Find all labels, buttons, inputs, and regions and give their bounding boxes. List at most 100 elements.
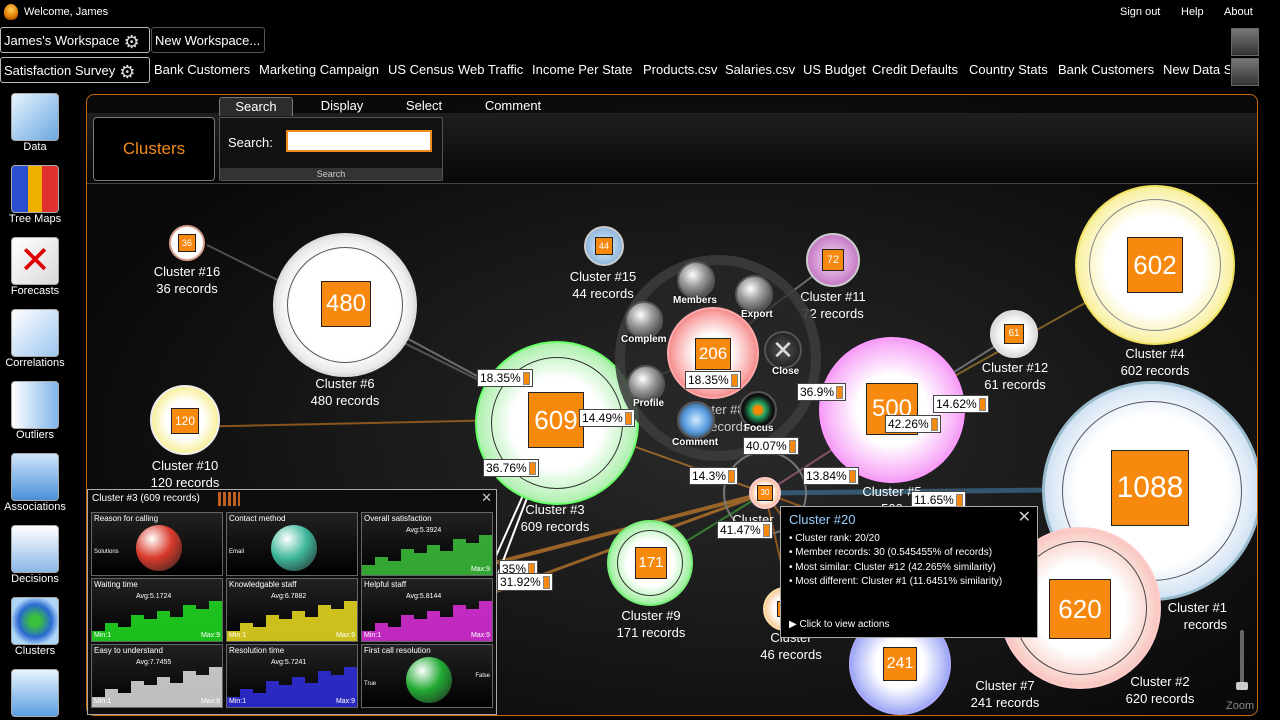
tab-country-stats[interactable]: Country Stats bbox=[966, 57, 1051, 83]
attribute-chart[interactable]: Easy to understand Avg:7.7455 Min:1 Max:9 bbox=[91, 644, 223, 708]
close-icon[interactable]: ✕ bbox=[481, 490, 492, 506]
tooltip-line: • Member records: 30 (0.545455% of recor… bbox=[789, 547, 993, 558]
attribute-min: Min:1 bbox=[364, 632, 382, 639]
attribute-chart[interactable]: Waiting time Avg:5.1724 Min:1 Max:9 bbox=[91, 578, 223, 642]
attribute-title: Reason for calling bbox=[94, 514, 159, 523]
sidebar-item-outliers[interactable]: Outliers bbox=[0, 381, 70, 441]
tab-new-workspace[interactable]: New Workspace... bbox=[151, 27, 265, 53]
tab-marketing-campaign[interactable]: Marketing Campaign bbox=[256, 57, 382, 83]
comment-button[interactable] bbox=[677, 401, 715, 439]
zoom-track bbox=[1240, 630, 1244, 690]
members-label: Members bbox=[673, 295, 717, 306]
gear-icon[interactable]: ⚙ bbox=[123, 29, 141, 52]
sidebar-item-tree-maps[interactable]: Tree Maps bbox=[0, 165, 70, 225]
tab-bank-customers[interactable]: Bank Customers bbox=[151, 57, 254, 83]
attribute-chart[interactable]: Overall satisfaction Avg:5.3924 Max:9 bbox=[361, 512, 493, 576]
sidebar-item-clusters[interactable]: Clusters bbox=[0, 597, 70, 657]
sidebar-item-data[interactable]: Data bbox=[0, 93, 70, 153]
members-button[interactable] bbox=[677, 261, 715, 299]
sidebar-item-label: Forecasts bbox=[10, 285, 60, 297]
similarity-badge: 13.84% bbox=[803, 467, 859, 485]
close-icon[interactable]: ✕ bbox=[1018, 510, 1031, 526]
attribute-title: Knowledgable staff bbox=[229, 580, 297, 589]
tab-satisfaction-survey[interactable]: Satisfaction Survey ⚙ bbox=[0, 57, 150, 83]
attribute-chart[interactable]: Knowledgable staff Avg:6.7882 Min:1 Max:9 bbox=[226, 578, 358, 642]
close-icon: ✕ bbox=[772, 335, 794, 365]
sidebar-item-correlations[interactable]: Correlations bbox=[0, 309, 70, 369]
grid-icon[interactable] bbox=[218, 492, 240, 506]
sidebar-item-decisions[interactable]: Decisions bbox=[0, 525, 70, 585]
view-actions-link[interactable]: ▶ Click to view actions bbox=[789, 618, 890, 633]
gear-icon[interactable]: ⚙ bbox=[118, 59, 136, 82]
badge-bar bbox=[762, 524, 770, 538]
badge-bar bbox=[728, 470, 736, 484]
cluster-2-label: Cluster #2 620 records bbox=[1095, 673, 1225, 707]
attribute-avg: Avg:5.8144 bbox=[406, 593, 442, 600]
zoom-handle[interactable] bbox=[1236, 682, 1248, 690]
similarity-badge: 18.35% bbox=[477, 369, 533, 387]
cluster-10-label: Cluster #10 120 records bbox=[135, 457, 235, 491]
similarity-badge: 36.9% bbox=[797, 383, 847, 401]
tab-salaries-csv[interactable]: Salaries.csv bbox=[722, 57, 799, 83]
close-button[interactable]: ✕ bbox=[764, 331, 802, 369]
cluster-name: Cluster #16 bbox=[153, 264, 221, 279]
sidebar-item-forecasts[interactable]: ✕ Forecasts bbox=[0, 237, 70, 297]
similarity-badge: 31.92% bbox=[497, 573, 553, 591]
cluster-3-count: 609 bbox=[528, 392, 584, 448]
attribute-title: Helpful staff bbox=[364, 580, 407, 589]
tab-us-census[interactable]: US Census bbox=[385, 57, 457, 83]
attribute-avg: Avg:6.7882 bbox=[271, 593, 307, 600]
pie-label: True bbox=[364, 681, 377, 687]
cluster-name: Cluster #3 bbox=[525, 502, 585, 517]
attribute-avg: Avg:5.3924 bbox=[406, 527, 442, 534]
attribute-title: First call resolution bbox=[364, 646, 431, 655]
pie-label: False bbox=[475, 673, 490, 679]
profile-label: Profile bbox=[633, 398, 665, 409]
decision-icon bbox=[11, 525, 59, 573]
attribute-chart[interactable]: First call resolution True False bbox=[361, 644, 493, 708]
data-chart-icon bbox=[11, 93, 59, 141]
tab-web-traffic[interactable]: Web Traffic bbox=[455, 57, 527, 83]
badge-bar bbox=[930, 418, 938, 432]
cluster-tooltip[interactable]: Cluster #20 ✕ • Cluster rank: 20/20 • Me… bbox=[780, 506, 1038, 638]
cluster-records: 46 records bbox=[760, 647, 822, 662]
badge-value: 41.47% bbox=[720, 523, 761, 537]
badge-value: 13.84% bbox=[806, 469, 847, 483]
sidebar-item-associations[interactable]: Associations bbox=[0, 453, 70, 513]
cluster-name: Cluster #2 bbox=[1130, 674, 1190, 689]
help-link[interactable]: Help bbox=[1181, 6, 1204, 18]
tab-new-data[interactable]: New Data S bbox=[1160, 57, 1230, 83]
tab-bank-customers-2[interactable]: Bank Customers bbox=[1055, 57, 1158, 83]
attribute-chart[interactable]: Helpful staff Avg:5.8144 Min:1 Max:9 bbox=[361, 578, 493, 642]
attribute-title: Overall satisfaction bbox=[364, 514, 432, 523]
attribute-chart[interactable]: Contact method Email bbox=[226, 512, 358, 576]
zoom-slider[interactable]: Zoom bbox=[1226, 630, 1254, 712]
cluster-name: Cluster #4 bbox=[1125, 346, 1185, 361]
attribute-title: Easy to understand bbox=[94, 646, 163, 655]
cluster-6-count: 480 bbox=[321, 281, 371, 327]
attribute-chart[interactable]: Reason for calling Solutions bbox=[91, 512, 223, 576]
similarity-badge: 36.76% bbox=[483, 459, 539, 477]
about-link[interactable]: About bbox=[1224, 6, 1253, 18]
badge-bar bbox=[528, 462, 536, 476]
sidebar-item-label: Tree Maps bbox=[8, 213, 62, 225]
tab-us-budget[interactable]: US Budget bbox=[800, 57, 869, 83]
window-icon[interactable] bbox=[1231, 58, 1259, 86]
similarity-badge: 14.3% bbox=[689, 467, 739, 485]
sign-out-link[interactable]: Sign out bbox=[1120, 6, 1160, 18]
attribute-chart[interactable]: Resolution time Avg:5.7241 Min:1 Max:9 bbox=[226, 644, 358, 708]
cluster-12-count: 61 bbox=[1004, 324, 1024, 344]
sidebar-item-network[interactable] bbox=[0, 669, 70, 717]
association-icon bbox=[11, 453, 59, 501]
cluster-9-label: Cluster #9 171 records bbox=[601, 607, 701, 641]
cluster-name: Cluster #10 bbox=[151, 458, 219, 473]
activity-monitor-icon[interactable] bbox=[1231, 28, 1259, 56]
export-button[interactable] bbox=[735, 275, 773, 313]
tab-workspace-james[interactable]: James's Workspace ⚙ bbox=[0, 27, 150, 53]
tab-income-per-state[interactable]: Income Per State bbox=[529, 57, 636, 83]
cluster-records: 61 records bbox=[984, 377, 1046, 392]
close-label: Close bbox=[772, 366, 800, 377]
tab-products-csv[interactable]: Products.csv bbox=[640, 57, 721, 83]
tab-credit-defaults[interactable]: Credit Defaults bbox=[869, 57, 961, 83]
cluster-7-label: Cluster #7 241 records bbox=[955, 677, 1055, 711]
